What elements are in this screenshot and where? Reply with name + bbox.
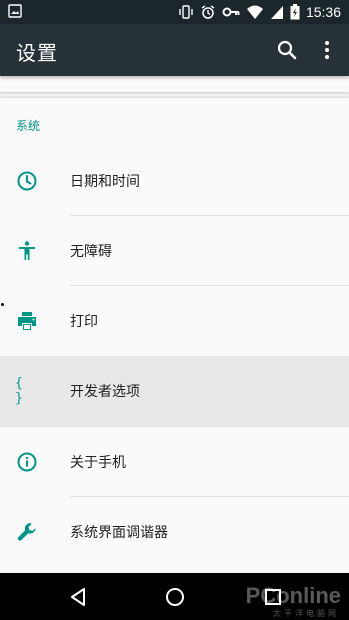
vpn-key-icon: [222, 4, 240, 20]
alarm-icon: [200, 4, 216, 20]
wifi-icon: [246, 4, 264, 20]
status-time: 15:36: [305, 4, 341, 20]
braces-icon-glyph: { }: [15, 376, 25, 406]
watermark-logo: PConline: [245, 583, 341, 608]
setting-item-accessibility[interactable]: 无障碍: [0, 216, 349, 286]
touch-indicator: [1, 303, 4, 306]
setting-item-label: 打印: [70, 314, 98, 330]
vibrate-icon: [178, 4, 194, 20]
setting-item-developer-options[interactable]: { } 开发者选项: [0, 356, 349, 426]
accessibility-icon: [15, 239, 39, 263]
setting-item-label: 无障碍: [70, 244, 112, 260]
page-title: 设置: [16, 41, 58, 65]
image-notification-icon: [8, 4, 22, 18]
setting-item-label: 系统界面调谐器: [70, 525, 168, 541]
home-icon[interactable]: [163, 585, 187, 609]
clock-icon: [15, 169, 39, 193]
info-icon: [15, 450, 39, 474]
section-header: 系统: [16, 119, 41, 133]
setting-item-printing[interactable]: 打印: [0, 286, 349, 356]
status-bar: 15:36: [0, 0, 349, 24]
setting-item-label: 关于手机: [70, 455, 126, 471]
app-bar: 设置: [0, 24, 349, 76]
setting-item-date-time[interactable]: 日期和时间: [0, 146, 349, 216]
setting-item-label: 日期和时间: [70, 174, 140, 190]
wrench-icon: [15, 520, 39, 544]
battery-charging-icon: [290, 4, 300, 20]
setting-item-about-phone[interactable]: 关于手机: [0, 427, 349, 497]
previous-section-card: [0, 76, 349, 92]
printer-icon: [15, 309, 39, 333]
braces-icon: { }: [15, 376, 39, 406]
system-section-card: 系统 日期和时间 无障碍 打印 { } 开发者选项 关于手机 系统界面调谐器: [0, 98, 349, 578]
watermark-subtitle: 太平洋电脑网: [273, 609, 339, 618]
back-icon[interactable]: [66, 585, 90, 609]
navigation-bar: PConline 太平洋电脑网: [0, 573, 349, 620]
setting-item-system-ui-tuner[interactable]: 系统界面调谐器: [0, 497, 349, 567]
setting-item-label: 开发者选项: [70, 384, 140, 400]
search-icon[interactable]: [275, 38, 299, 62]
signal-icon: [270, 4, 284, 20]
more-vert-icon[interactable]: [315, 38, 339, 62]
